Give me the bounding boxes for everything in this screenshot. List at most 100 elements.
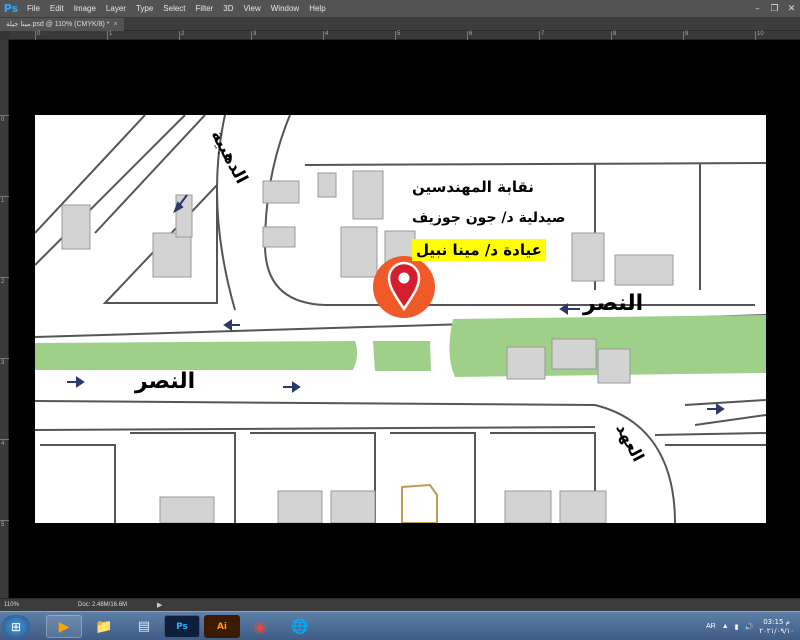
ruler-tick: [467, 31, 468, 40]
ruler-label: 9: [685, 31, 689, 37]
horizontal-ruler[interactable]: 0 1 2 3 4 5 6 7 8 9 10: [9, 31, 800, 40]
status-bar: 110% Doc: 2.48M/16.6M ▶: [0, 598, 800, 611]
ruler-tick: [107, 31, 108, 40]
menu-file[interactable]: File: [22, 0, 45, 17]
minimize-icon[interactable]: –: [749, 2, 766, 16]
menu-type[interactable]: Type: [131, 0, 158, 17]
photoshop-logo-icon[interactable]: Ps: [0, 0, 22, 17]
globe-icon[interactable]: 🌐: [282, 615, 318, 638]
ruler-label: 0: [1, 117, 5, 123]
road-edge: [654, 432, 766, 436]
start-button[interactable]: ⊞: [2, 615, 30, 638]
ruler-label: 8: [613, 31, 617, 37]
building: [330, 490, 376, 523]
ruler-tick: [0, 115, 9, 116]
block-outline: [40, 444, 116, 523]
ruler-label: 2: [1, 279, 5, 285]
ruler-label: 5: [397, 31, 401, 37]
ruler-tick: [179, 31, 180, 40]
photoshop-icon[interactable]: Ps: [164, 615, 200, 638]
building: [262, 180, 300, 204]
ruler-label: 1: [109, 31, 113, 37]
windows-taskbar: ⊞ ▶ 📁 ▤ Ps Ai ◉ 🌐 AR ▲ ▮ 🔊 03:15 م ٢٠٢١/…: [0, 611, 800, 640]
system-tray: AR ▲ ▮ 🔊 03:15 م ٢٠٢١/٠٩/١٠: [706, 612, 794, 640]
ruler-tick: [0, 358, 9, 359]
ruler-label: 6: [469, 31, 473, 37]
ruler-tick: [611, 31, 612, 40]
building: [159, 496, 215, 523]
ruler-tick: [35, 31, 36, 40]
arrow-icon: [292, 381, 301, 393]
clock[interactable]: 03:15 م ٢٠٢١/٠٩/١٠: [759, 618, 794, 636]
menu-image[interactable]: Image: [69, 0, 101, 17]
clock-date: ٢٠٢١/٠٩/١٠: [759, 626, 794, 635]
ruler-tick: [395, 31, 396, 40]
folder-icon[interactable]: 📁: [86, 615, 122, 638]
restore-icon[interactable]: ❐: [766, 2, 783, 16]
ruler-label: 4: [325, 31, 329, 37]
ruler-label: 7: [541, 31, 545, 37]
building: [614, 254, 674, 286]
notepad-icon[interactable]: ▤: [126, 615, 162, 638]
label-street-nasr: النصر: [583, 291, 644, 316]
ruler-label: 0: [37, 31, 41, 37]
menu-select[interactable]: Select: [158, 0, 190, 17]
ruler-label: 10: [757, 31, 764, 37]
illustrator-icon[interactable]: Ai: [204, 615, 240, 638]
media-player-icon[interactable]: ▶: [46, 615, 82, 638]
road-edge: [35, 400, 596, 406]
vertical-ruler[interactable]: 0 1 2 3 4 5: [0, 31, 9, 598]
building: [175, 194, 193, 238]
clock-time: 03:15 م: [763, 617, 790, 626]
ruler-tick: [251, 31, 252, 40]
volume-icon[interactable]: 🔊: [744, 623, 753, 631]
window-controls: – ❐ ✕: [749, 0, 800, 17]
building: [61, 204, 91, 250]
menu-view[interactable]: View: [239, 0, 266, 17]
ruler-label: 3: [253, 31, 257, 37]
menu-filter[interactable]: Filter: [191, 0, 219, 17]
tray-arrow-icon[interactable]: ▲: [722, 623, 729, 630]
building: [506, 346, 546, 380]
road-edge: [684, 399, 766, 406]
building: [571, 232, 605, 282]
road-edge: [35, 426, 596, 431]
arrow-icon: [716, 403, 725, 415]
menu-3d[interactable]: 3D: [218, 0, 238, 17]
document-info: Doc: 2.48M/16.6M: [78, 602, 128, 608]
chrome-icon[interactable]: ◉: [242, 615, 278, 638]
menu-bar: Ps File Edit Image Layer Type Select Fil…: [0, 0, 800, 17]
map-drawing: [35, 115, 766, 523]
zoom-level[interactable]: 110%: [0, 602, 28, 608]
building: [152, 232, 192, 278]
ruler-label: 3: [1, 360, 5, 366]
building: [504, 490, 552, 523]
menu-edit[interactable]: Edit: [45, 0, 69, 17]
status-menu-arrow-icon[interactable]: ▶: [157, 601, 162, 609]
tab-close-icon[interactable]: ×: [114, 18, 118, 31]
ruler-tick: [0, 277, 9, 278]
building: [262, 226, 296, 248]
ruler-label: 2: [181, 31, 185, 37]
building-outline: [401, 483, 438, 523]
label-street-nasr: النصر: [135, 369, 196, 394]
ruler-origin[interactable]: [0, 31, 9, 40]
close-icon[interactable]: ✕: [783, 2, 800, 16]
road-edge: [594, 404, 676, 523]
menu-help[interactable]: Help: [304, 0, 330, 17]
label-engineers-union: نقابة المهندسين: [412, 178, 534, 196]
network-icon[interactable]: ▮: [735, 623, 739, 631]
language-indicator[interactable]: AR: [706, 623, 716, 630]
road-edge: [304, 162, 766, 166]
label-pharmacy: صيدلية د/ جون جوزيف: [412, 210, 566, 226]
median-center: [373, 341, 431, 371]
tab-bar: مينا جيلة.psd @ 110% (CMYK/8) * ×: [0, 17, 800, 31]
ruler-tick: [0, 439, 9, 440]
map-canvas[interactable]: نقابة المهندسين صيدلية د/ جون جوزيف عياد…: [35, 115, 766, 523]
ruler-tick: [323, 31, 324, 40]
document-tab[interactable]: مينا جيلة.psd @ 110% (CMYK/8) * ×: [0, 18, 124, 31]
menu-window[interactable]: Window: [266, 0, 304, 17]
menu-layer[interactable]: Layer: [101, 0, 131, 17]
building: [597, 348, 631, 384]
building: [277, 490, 323, 523]
